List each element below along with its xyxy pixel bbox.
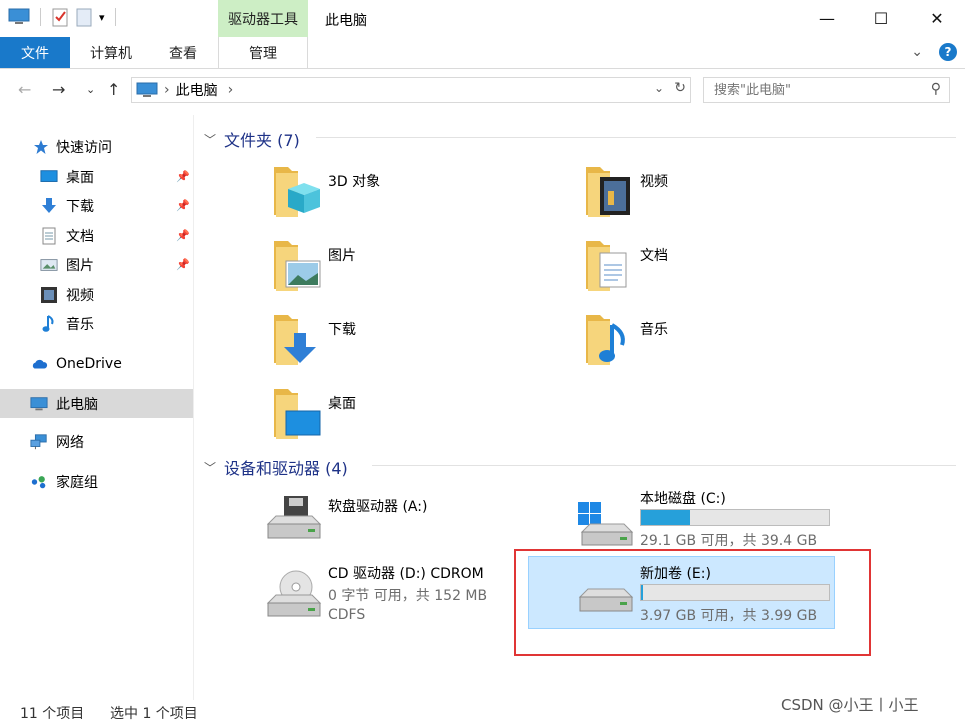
music-icon	[40, 314, 58, 333]
address-row: ← → ⌄ ↑ › 此电脑 › ⌄ ↻ ⚲	[0, 72, 965, 108]
sidebar-item-music[interactable]: 音乐	[0, 309, 193, 338]
minimize-button[interactable]: —	[804, 0, 850, 37]
pin-icon[interactable]: 📌	[176, 199, 190, 212]
navigation-pane: 快速访问 桌面 📌 下载 📌 文档 📌 图片 📌 视频 音乐 OneDrive …	[0, 115, 194, 700]
sidebar-item-this-pc[interactable]: 此电脑	[0, 389, 193, 418]
picture-icon	[40, 256, 58, 274]
up-button[interactable]: ↑	[107, 80, 120, 99]
maximize-button[interactable]: ☐	[858, 0, 904, 37]
computer-icon	[136, 82, 158, 97]
search-input[interactable]	[704, 78, 914, 102]
cd-drive-icon	[266, 570, 322, 617]
window-title: 此电脑	[325, 13, 367, 29]
collapse-icon[interactable]: ﹀	[204, 131, 216, 148]
tab-manage[interactable]: 管理	[218, 37, 308, 68]
highlight-annotation-box	[514, 549, 871, 656]
document-icon	[40, 227, 58, 245]
breadcrumb[interactable]: 此电脑	[176, 80, 218, 100]
expand-ribbon-icon[interactable]: ⌄	[911, 44, 923, 60]
folder-3d-objects[interactable]: 3D 对象	[272, 163, 572, 229]
star-icon	[32, 138, 50, 156]
breadcrumb-separator[interactable]: ›	[164, 82, 170, 98]
sidebar-item-onedrive[interactable]: OneDrive	[0, 349, 193, 378]
desktop-folder-icon	[274, 389, 321, 439]
drive-usage-fill	[641, 510, 690, 525]
network-icon	[30, 433, 48, 451]
group-divider	[372, 465, 956, 466]
title-bar: ▾ 驱动器工具 此电脑 — ☐ ✕	[0, 0, 965, 37]
folder-pictures[interactable]: 图片	[272, 237, 572, 303]
sidebar-item-videos[interactable]: 视频	[0, 280, 193, 309]
close-button[interactable]: ✕	[914, 0, 960, 37]
sidebar-item-quick-access[interactable]: 快速访问	[0, 132, 193, 161]
address-bar[interactable]: › 此电脑 › ⌄ ↻	[131, 77, 691, 103]
cloud-icon	[30, 355, 48, 373]
windows-drive-icon	[578, 502, 634, 546]
drive-usage-bar	[640, 509, 830, 526]
music-folder-icon	[586, 315, 625, 365]
pin-icon[interactable]: 📌	[176, 170, 190, 183]
pictures-folder-icon	[274, 241, 321, 291]
folders-group-header[interactable]: ﹀ 文件夹 (7)	[204, 127, 300, 151]
new-folder-icon[interactable]	[75, 7, 93, 27]
back-button[interactable]: ←	[18, 80, 31, 99]
tab-computer[interactable]: 计算机	[76, 37, 146, 68]
properties-icon[interactable]	[51, 7, 69, 27]
video-icon	[40, 286, 58, 304]
selection-count: 选中 1 个项目	[110, 706, 198, 722]
breadcrumb-separator[interactable]: ›	[228, 82, 234, 98]
address-dropdown-icon[interactable]: ⌄	[654, 81, 664, 95]
floppy-drive-icon	[266, 496, 322, 539]
search-icon: ⚲	[930, 81, 941, 97]
group-divider	[316, 137, 956, 138]
refresh-icon[interactable]: ↻	[674, 80, 686, 96]
homegroup-icon	[30, 473, 48, 491]
desktop-icon	[40, 168, 58, 186]
forward-button[interactable]: →	[52, 80, 65, 99]
tab-file[interactable]: 文件	[0, 37, 70, 68]
recent-locations-icon[interactable]: ⌄	[86, 83, 95, 96]
downloads-folder-icon	[274, 315, 316, 365]
computer-icon	[30, 395, 48, 413]
folder-videos[interactable]: 视频	[584, 163, 884, 229]
customize-toolbar-icon[interactable]: ▾	[99, 11, 105, 24]
sidebar-item-documents[interactable]: 文档 📌	[0, 221, 193, 250]
download-icon	[40, 197, 58, 215]
collapse-icon[interactable]: ﹀	[204, 459, 216, 476]
help-icon[interactable]: ?	[939, 43, 957, 61]
folder-music[interactable]: 音乐	[584, 311, 884, 377]
sidebar-item-network[interactable]: 网络	[0, 427, 193, 456]
3d-objects-folder-icon	[274, 167, 320, 217]
tab-view[interactable]: 查看	[148, 37, 218, 68]
pin-icon[interactable]: 📌	[176, 258, 190, 271]
item-count: 11 个项目	[20, 706, 85, 722]
devices-group-header[interactable]: ﹀ 设备和驱动器 (4)	[204, 455, 348, 479]
sidebar-item-homegroup[interactable]: 家庭组	[0, 467, 193, 496]
videos-folder-icon	[586, 167, 630, 217]
folder-desktop[interactable]: 桌面	[272, 385, 572, 451]
drive-tools-context-tab[interactable]: 驱动器工具	[218, 0, 308, 37]
pin-icon[interactable]: 📌	[176, 229, 190, 242]
computer-icon[interactable]	[8, 8, 30, 26]
watermark: CSDN @小王丨小王	[778, 694, 922, 715]
folder-documents[interactable]: 文档	[584, 237, 884, 303]
quick-access-toolbar: ▾	[8, 7, 120, 27]
folder-downloads[interactable]: 下载	[272, 311, 572, 377]
documents-folder-icon	[586, 241, 627, 291]
sidebar-item-desktop[interactable]: 桌面 📌	[0, 162, 193, 191]
sidebar-item-pictures[interactable]: 图片 📌	[0, 250, 193, 279]
sidebar-item-downloads[interactable]: 下载 📌	[0, 191, 193, 220]
ribbon-tabs: 文件 计算机 查看 管理 ⌄ ?	[0, 37, 965, 69]
search-box[interactable]: ⚲	[703, 77, 950, 103]
